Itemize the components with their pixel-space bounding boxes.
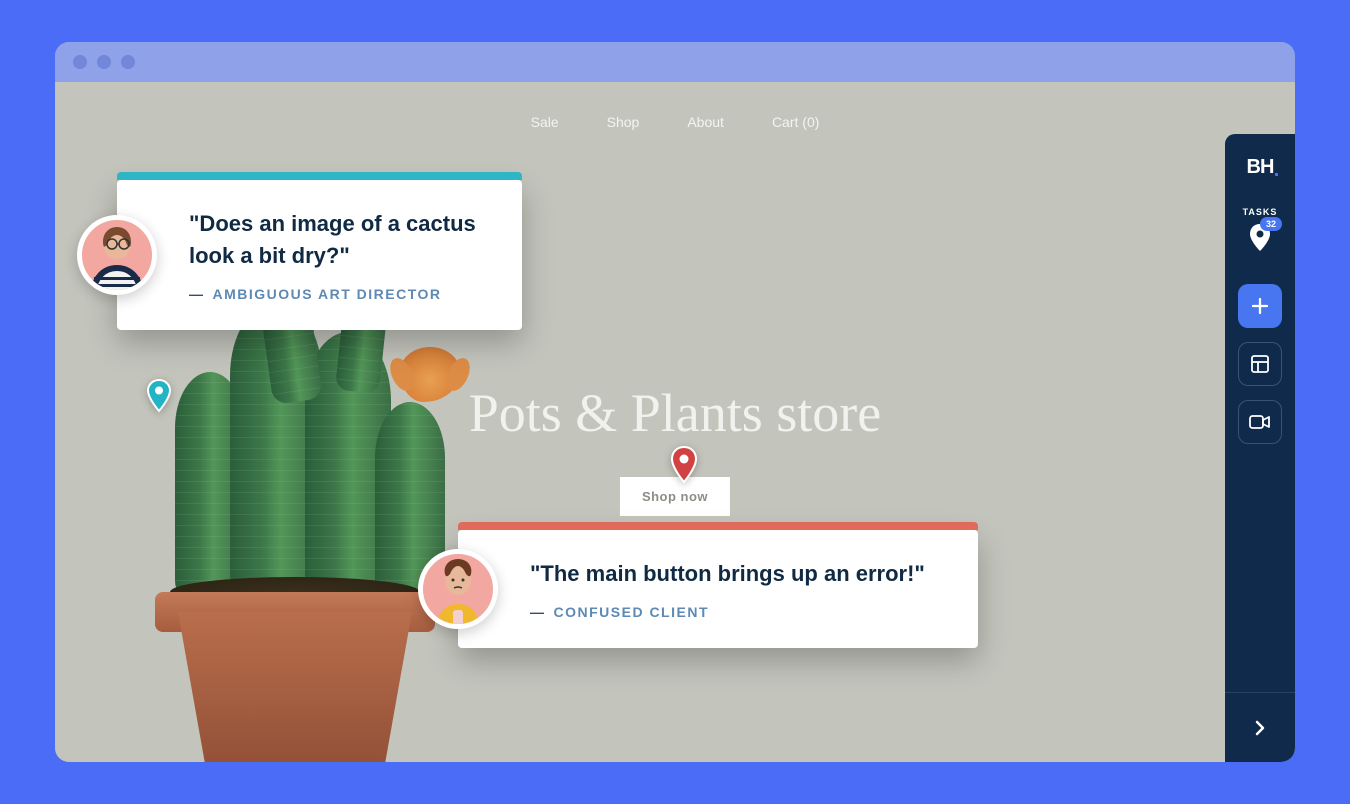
- cactus-image: [115, 262, 475, 762]
- nav-cart[interactable]: Cart (0): [772, 114, 819, 130]
- nav-sale[interactable]: Sale: [531, 114, 559, 130]
- chevron-right-icon: [1254, 719, 1266, 737]
- map-pin-red-icon[interactable]: [669, 445, 699, 490]
- page-viewport: Sale Shop About Cart (0) Pots & Plants s…: [55, 82, 1295, 762]
- feedback-card-2: "The main button brings up an error!" —C…: [458, 530, 978, 648]
- video-icon: [1249, 413, 1271, 431]
- nav-shop[interactable]: Shop: [607, 114, 640, 130]
- card-accent-bar: [117, 172, 522, 180]
- avatar: [77, 215, 157, 295]
- layout-icon: [1250, 354, 1270, 374]
- site-nav: Sale Shop About Cart (0): [55, 114, 1295, 130]
- logo: BH: [1247, 156, 1274, 179]
- record-button[interactable]: [1238, 400, 1282, 444]
- toolkit-sidebar: BH TASKS 32: [1225, 134, 1295, 762]
- card-attribution: —CONFUSED CLIENT: [530, 604, 950, 620]
- card-attribution: —AMBIGUOUS ART DIRECTOR: [189, 286, 494, 302]
- traffic-zoom-icon[interactable]: [121, 55, 135, 69]
- expand-button[interactable]: [1225, 692, 1295, 762]
- tasks-label: TASKS: [1243, 207, 1278, 217]
- browser-window: Sale Shop About Cart (0) Pots & Plants s…: [55, 42, 1295, 762]
- traffic-minimize-icon[interactable]: [97, 55, 111, 69]
- avatar: [418, 549, 498, 629]
- traffic-close-icon[interactable]: [73, 55, 87, 69]
- tasks-button[interactable]: 32: [1248, 223, 1272, 258]
- card-quote: "Does an image of a cactus look a bit dr…: [189, 208, 494, 272]
- tasks-count-badge: 32: [1260, 217, 1282, 231]
- layout-button[interactable]: [1238, 342, 1282, 386]
- card-accent-bar: [458, 522, 978, 530]
- nav-about[interactable]: About: [687, 114, 724, 130]
- feedback-card-1: "Does an image of a cactus look a bit dr…: [117, 180, 522, 330]
- map-pin-teal-icon[interactable]: [145, 378, 173, 419]
- browser-titlebar: [55, 42, 1295, 82]
- plus-icon: [1250, 296, 1270, 316]
- add-button[interactable]: [1238, 284, 1282, 328]
- card-quote: "The main button brings up an error!": [530, 558, 950, 590]
